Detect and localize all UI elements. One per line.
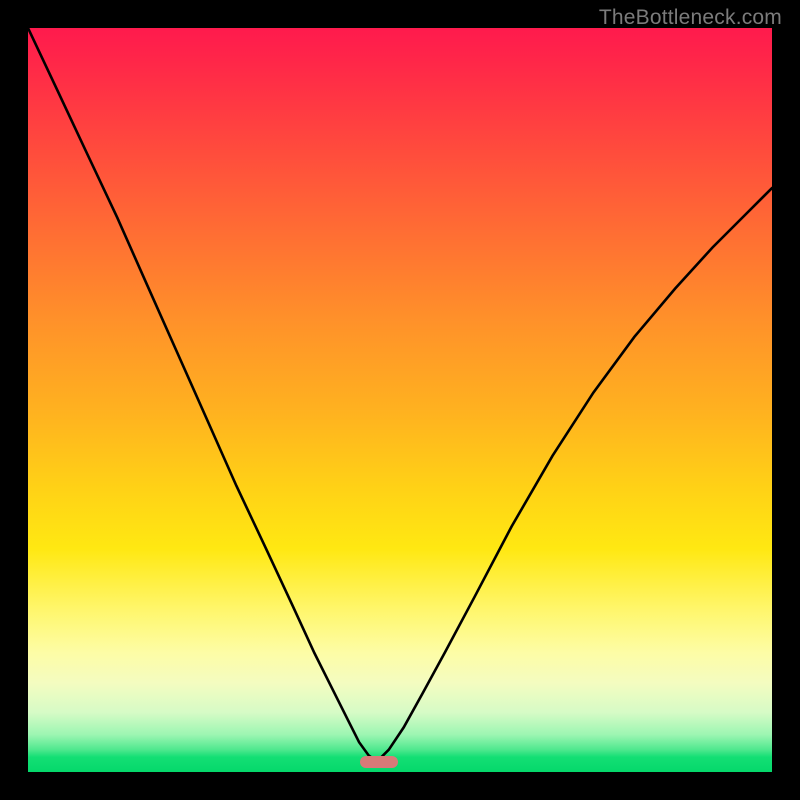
plot-area <box>28 28 772 772</box>
chart-frame: TheBottleneck.com <box>0 0 800 800</box>
curve-layer <box>28 28 772 772</box>
trough-marker <box>360 756 398 768</box>
watermark-text: TheBottleneck.com <box>599 6 782 30</box>
left-branch-curve <box>28 28 376 761</box>
right-branch-curve <box>378 188 772 761</box>
